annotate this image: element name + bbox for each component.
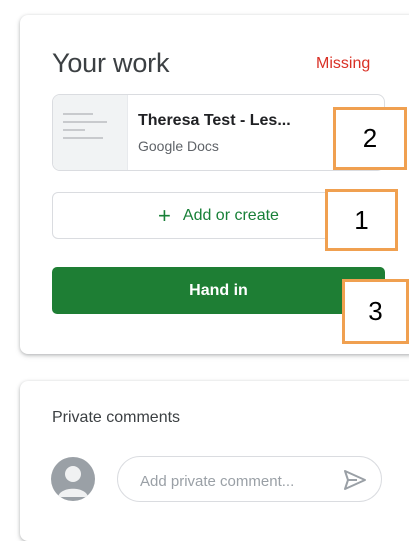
- callout-2: 2: [333, 107, 407, 170]
- private-comment-input[interactable]: [138, 469, 322, 493]
- hand-in-label: Hand in: [189, 281, 248, 299]
- private-comments-title: Private comments: [52, 409, 181, 426]
- attachment-title: Theresa Test - Les...: [138, 112, 291, 129]
- document-thumbnail: [53, 95, 128, 170]
- send-icon[interactable]: [343, 469, 367, 491]
- avatar-icon: [51, 457, 95, 501]
- missing-status: Missing: [316, 55, 371, 72]
- plus-icon: +: [158, 202, 171, 228]
- your-work-title: Your work: [52, 48, 170, 78]
- callout-3: 3: [342, 279, 409, 344]
- private-comments-card: Private comments: [20, 381, 409, 541]
- callout-1: 1: [325, 189, 398, 251]
- private-comment-box[interactable]: [117, 456, 382, 502]
- add-or-create-label: Add or create: [182, 206, 279, 224]
- hand-in-button[interactable]: Hand in: [52, 267, 385, 314]
- attachment-type: Google Docs: [138, 138, 219, 154]
